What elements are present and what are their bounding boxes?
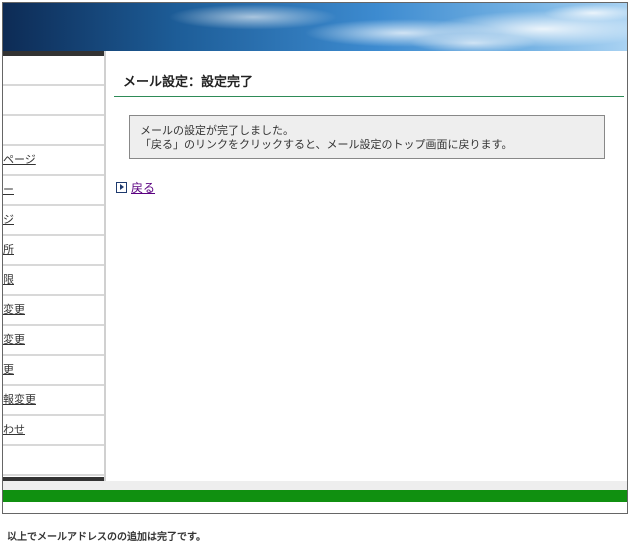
sidebar-item-label[interactable]: わせ [3, 423, 25, 436]
sidebar-item-label[interactable]: 報変更 [3, 393, 36, 406]
footer-green-bar [3, 490, 627, 502]
sidebar-item[interactable] [3, 56, 104, 86]
sidebar-item[interactable]: 報変更 [3, 386, 104, 416]
sidebar-item-label[interactable]: 変更 [3, 303, 25, 316]
right-arrow-box-icon[interactable] [116, 182, 127, 193]
browser-frame: ページ ー ジ 所 限 変更 変更 更 報変更 わせ メール設定：設定完了 メー… [2, 2, 628, 514]
sidebar-item-label[interactable]: ページ [3, 153, 36, 166]
sidebar-item-label[interactable]: 所 [3, 243, 14, 256]
main-content: メール設定：設定完了 メールの設定が完了しました。 「戻る」のリンクをクリックす… [114, 51, 625, 196]
back-link-row[interactable]: 戻る [116, 179, 625, 196]
banner-clouds [3, 3, 627, 51]
sidebar-item[interactable] [3, 86, 104, 116]
sidebar-item-label[interactable]: ー [3, 183, 14, 196]
sidebar-item-label[interactable]: 変更 [3, 333, 25, 346]
sidebar-item[interactable]: ー [3, 176, 104, 206]
header-banner [3, 3, 627, 51]
sidebar-item[interactable]: 所 [3, 236, 104, 266]
sidebar-item[interactable]: 更 [3, 356, 104, 386]
sidebar-item[interactable]: わせ [3, 416, 104, 446]
message-line-1: メールの設定が完了しました。 [140, 124, 294, 137]
page-title: メール設定：設定完了 [123, 75, 254, 90]
title-divider [114, 96, 624, 97]
sidebar-item[interactable]: 変更 [3, 296, 104, 326]
back-link[interactable]: 戻る [131, 179, 155, 196]
sidebar-item [3, 446, 104, 476]
sidebar-item-label[interactable]: ジ [3, 213, 14, 226]
sidebar-item[interactable]: 限 [3, 266, 104, 296]
sidebar-item-label[interactable]: 限 [3, 273, 14, 286]
sidebar-item[interactable]: ページ [3, 146, 104, 176]
completion-message-box: メールの設定が完了しました。 「戻る」のリンクをクリックすると、メール設定のトッ… [129, 115, 605, 159]
sidebar: ページ ー ジ 所 限 変更 変更 更 報変更 わせ [3, 51, 106, 481]
caption-text: 以上でメールアドレスのの追加は完了です。 [7, 532, 206, 543]
sidebar-item[interactable] [3, 116, 104, 146]
sidebar-item[interactable]: ジ [3, 206, 104, 236]
sidebar-item[interactable]: 変更 [3, 326, 104, 356]
sidebar-item-label[interactable]: 更 [3, 363, 14, 376]
message-line-2: 「戻る」のリンクをクリックすると、メール設定のトップ画面に戻ります。 [140, 138, 513, 151]
